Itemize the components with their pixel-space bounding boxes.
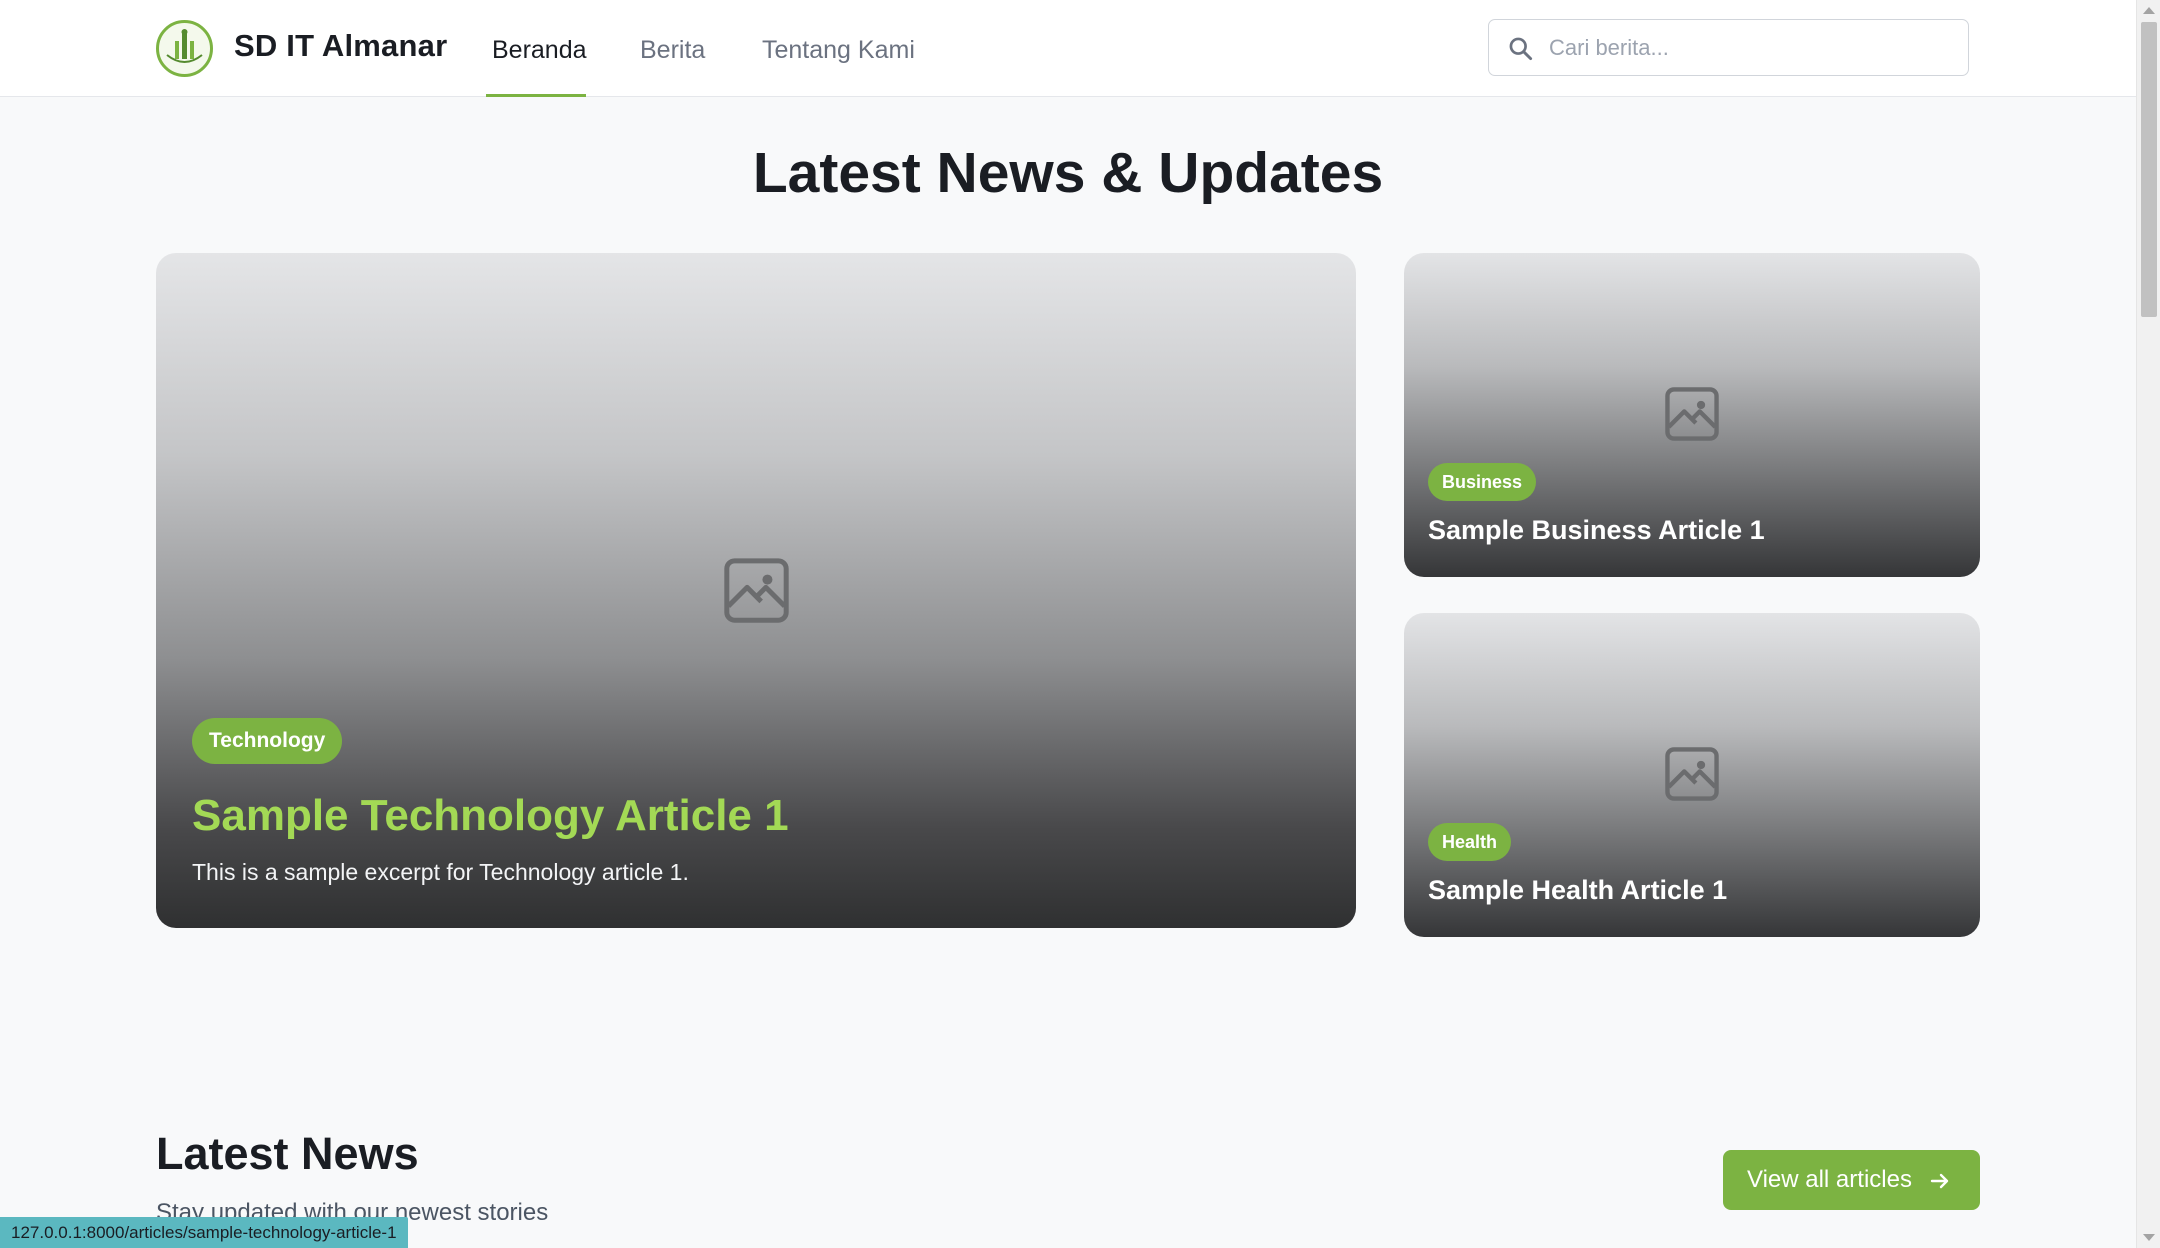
search-icon: [1509, 37, 1533, 61]
section-title: Latest News: [156, 1128, 419, 1179]
brand-name[interactable]: SD IT Almanar: [234, 28, 447, 64]
side-article-card[interactable]: Business Sample Business Article 1: [1404, 253, 1980, 577]
image-placeholder-icon: [724, 558, 789, 623]
view-all-label: View all articles: [1747, 1166, 1912, 1193]
side-article-title[interactable]: Sample Health Article 1: [1428, 875, 1727, 906]
school-logo[interactable]: [156, 20, 213, 77]
browser-status-url: 127.0.0.1:8000/articles/sample-technolog…: [0, 1217, 408, 1248]
nav-tentang-kami[interactable]: Tentang Kami: [762, 36, 915, 65]
featured-article-excerpt: This is a sample excerpt for Technology …: [192, 859, 689, 885]
scroll-down-arrow-icon[interactable]: [2143, 1234, 2155, 1241]
search-box[interactable]: [1488, 19, 1969, 76]
category-badge[interactable]: Business: [1428, 463, 1537, 501]
image-placeholder-icon: [1665, 387, 1719, 441]
nav-berita[interactable]: Berita: [640, 36, 705, 65]
side-article-card[interactable]: Health Sample Health Article 1: [1404, 613, 1980, 937]
active-nav-indicator: [486, 94, 586, 97]
scroll-thumb[interactable]: [2141, 22, 2157, 317]
image-placeholder-icon: [1665, 747, 1719, 801]
featured-article-title[interactable]: Sample Technology Article 1: [192, 791, 789, 841]
category-badge[interactable]: Health: [1428, 823, 1512, 861]
page-title: Latest News & Updates: [752, 141, 1384, 205]
featured-article-card[interactable]: Technology Sample Technology Article 1 T…: [156, 253, 1356, 928]
search-input[interactable]: [1549, 28, 1949, 68]
arrow-right-icon: [1930, 1173, 1949, 1189]
side-article-title[interactable]: Sample Business Article 1: [1428, 515, 1765, 546]
site-header: SD IT Almanar Beranda Berita Tentang Kam…: [0, 0, 2136, 97]
view-all-articles-button[interactable]: View all articles: [1723, 1150, 1980, 1210]
category-badge[interactable]: Technology: [192, 718, 343, 764]
scroll-up-arrow-icon[interactable]: [2143, 7, 2155, 14]
nav-beranda[interactable]: Beranda: [492, 36, 587, 65]
page-scrollbar[interactable]: [2136, 0, 2160, 1248]
